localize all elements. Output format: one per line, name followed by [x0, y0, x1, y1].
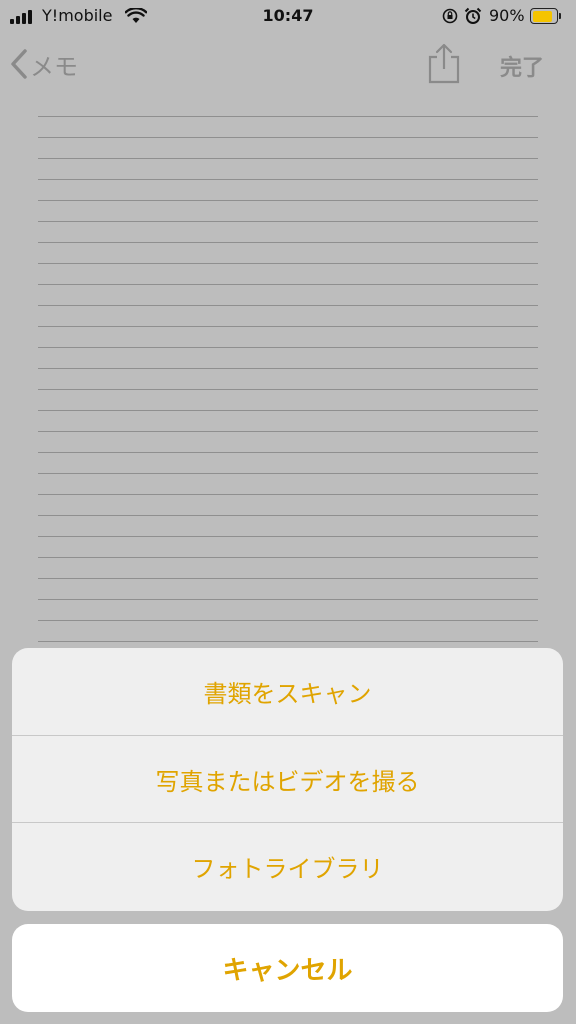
- rotation-lock-icon: [442, 8, 458, 24]
- done-button[interactable]: 完了: [500, 50, 544, 82]
- back-button[interactable]: メモ: [10, 46, 78, 82]
- alarm-icon: [464, 7, 482, 24]
- action-sheet: 書類をスキャン 写真またはビデオを撮る フォトライブラリ: [12, 648, 563, 911]
- status-bar: Y!mobile 10:47 90%: [0, 0, 576, 34]
- note-screen: Y!mobile 10:47 90% メモ 完了 書類をスキャン 写真またはビデ…: [0, 0, 576, 1024]
- navigation-bar: メモ 完了: [0, 34, 576, 94]
- lined-note-area[interactable]: [38, 96, 538, 656]
- battery-fill: [532, 10, 553, 22]
- scan-documents-button[interactable]: 書類をスキャン: [12, 648, 563, 735]
- cancel-button[interactable]: キャンセル: [12, 924, 563, 1012]
- battery-percent: 90%: [489, 6, 525, 25]
- take-photo-or-video-button[interactable]: 写真またはビデオを撮る: [12, 735, 563, 822]
- battery-cap: [559, 13, 561, 19]
- share-icon[interactable]: [426, 42, 462, 84]
- battery-icon: [530, 8, 558, 24]
- chevron-left-icon: [11, 49, 27, 79]
- back-button-label: メモ: [30, 52, 78, 81]
- photo-library-button[interactable]: フォトライブラリ: [12, 822, 563, 909]
